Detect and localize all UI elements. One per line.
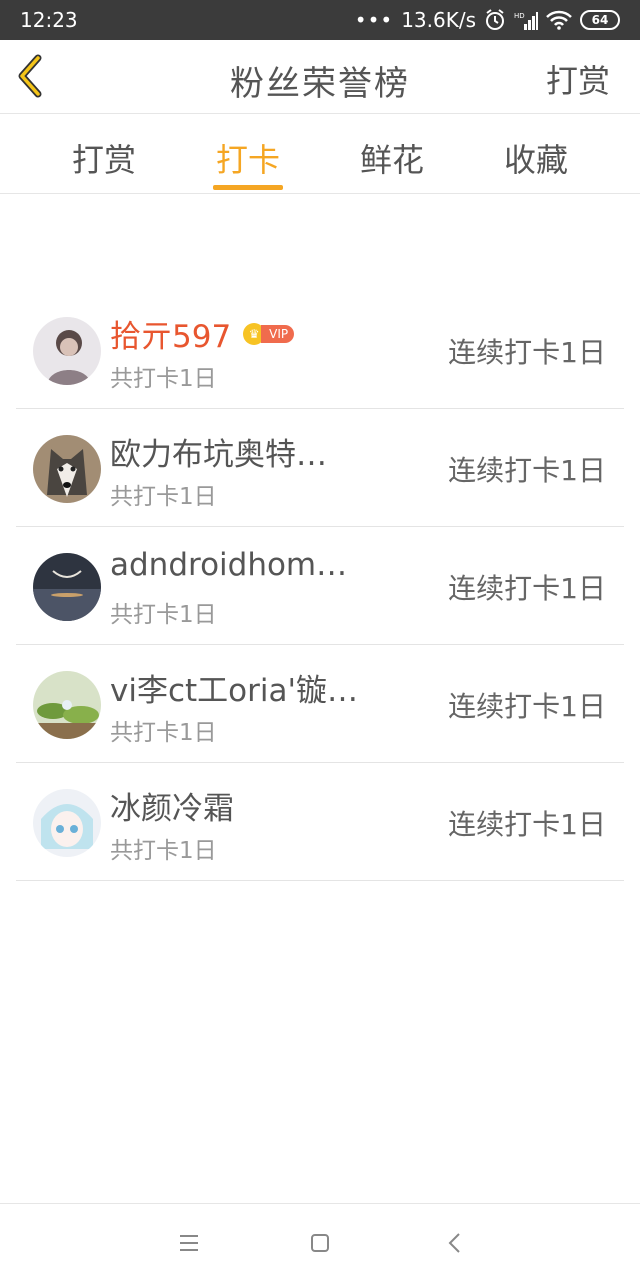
list-item[interactable]: adndroidhom… 共打卡1日 连续打卡1日 [16, 527, 624, 645]
avatar [33, 435, 101, 503]
avatar [33, 789, 101, 857]
signal-icon: HD [514, 10, 538, 30]
streak-checkins: 连续打卡1日 [448, 808, 606, 841]
reward-button[interactable]: 打赏 [546, 56, 610, 102]
tab-flowers[interactable]: 鲜花 [342, 135, 442, 181]
user-name-line: 冰颜冷霜 [110, 783, 234, 828]
user-name: vi李ct工oria'镟… [110, 673, 358, 709]
list-item[interactable]: 冰颜冷霜 共打卡1日 连续打卡1日 [16, 763, 624, 881]
svg-text:HD: HD [514, 12, 525, 20]
streak-checkins: 连续打卡1日 [448, 690, 606, 723]
avatar [33, 317, 101, 385]
avatar [33, 553, 101, 621]
nav-back-button[interactable] [440, 1228, 470, 1258]
home-icon [311, 1234, 329, 1252]
list-item[interactable]: 拾亓597 ♛ VIP 共打卡1日 连续打卡1日 [16, 291, 624, 409]
vip-badge: ♛ VIP [243, 322, 295, 345]
battery-level: 64 [591, 13, 609, 27]
status-bar: 12:23 ••• 13.6K/s HD 64 [0, 0, 640, 40]
streak-checkins: 连续打卡1日 [448, 336, 606, 369]
dots-icon: ••• [354, 8, 394, 32]
list-item[interactable]: 欧力布坑奥特… 共打卡1日 连续打卡1日 [16, 409, 624, 527]
vip-label: VIP [261, 324, 295, 343]
streak-checkins: 连续打卡1日 [448, 454, 606, 487]
total-checkins: 共打卡1日 [110, 602, 217, 628]
system-nav-bar [0, 1203, 640, 1280]
status-icons: ••• 13.6K/s HD 64 [355, 8, 620, 32]
tab-checkin[interactable]: 打卡 [198, 135, 298, 181]
header: 粉丝荣誉榜 打赏 [0, 40, 640, 114]
tab-reward[interactable]: 打赏 [54, 135, 154, 181]
tab-bar: 打赏 打卡 鲜花 收藏 [0, 115, 640, 194]
user-name-line: 欧力布坑奥特… [110, 429, 327, 474]
status-time: 12:23 [20, 8, 78, 32]
home-button[interactable] [305, 1228, 335, 1258]
user-name-line: adndroidhom… [110, 547, 347, 583]
total-checkins: 共打卡1日 [110, 720, 217, 746]
user-name: 拾亓597 [110, 319, 232, 355]
back-icon [448, 1233, 460, 1253]
wifi-icon [546, 10, 572, 30]
streak-checkins: 连续打卡1日 [448, 572, 606, 605]
user-name: 欧力布坑奥特… [110, 437, 327, 473]
menu-icon [180, 1235, 198, 1251]
total-checkins: 共打卡1日 [110, 366, 217, 392]
menu-button[interactable] [174, 1228, 204, 1258]
user-name-line: vi李ct工oria'镟… [110, 665, 358, 710]
page-title: 粉丝荣誉榜 [230, 64, 410, 104]
total-checkins: 共打卡1日 [110, 484, 217, 510]
user-name: adndroidhom… [110, 547, 348, 583]
battery-icon: 64 [580, 10, 620, 30]
user-name: 冰颜冷霜 [110, 791, 234, 827]
tab-favorites[interactable]: 收藏 [486, 135, 586, 181]
total-checkins: 共打卡1日 [110, 838, 217, 864]
user-name-line: 拾亓597 ♛ VIP [110, 311, 295, 356]
active-tab-indicator [213, 185, 283, 190]
alarm-icon [484, 9, 506, 31]
list-item[interactable]: vi李ct工oria'镟… 共打卡1日 连续打卡1日 [16, 645, 624, 763]
network-speed: 13.6K/s [401, 8, 476, 32]
fan-list: 拾亓597 ♛ VIP 共打卡1日 连续打卡1日 欧力布坑奥特… 共打卡1日 连… [16, 291, 624, 881]
avatar [33, 671, 101, 739]
